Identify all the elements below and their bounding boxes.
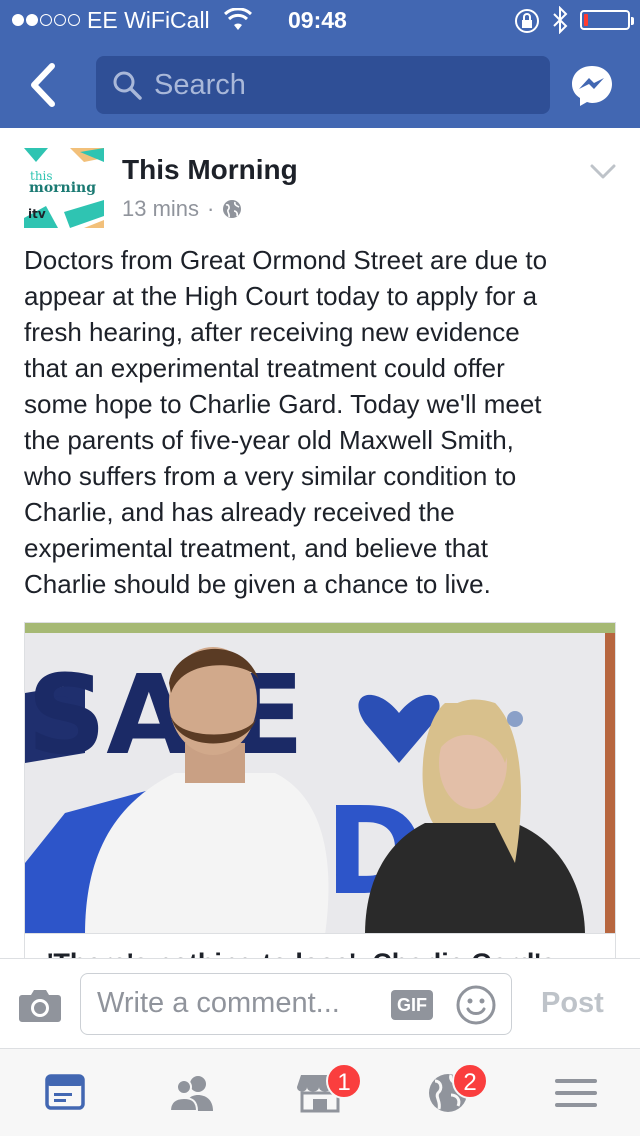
camera-icon[interactable] (18, 987, 62, 1023)
link-preview-title: 'There's nothing to lose': Charlie Gard'… (47, 948, 556, 958)
comment-placeholder: Write a comment... (97, 987, 340, 1019)
comment-bar: Write a comment... GIF Post (0, 958, 640, 1048)
post-timestamp[interactable]: 13 mins (122, 196, 199, 222)
post-link-image[interactable]: SA E D (24, 622, 616, 934)
post-meta: 13 mins · (122, 196, 242, 222)
wifi-icon (224, 8, 252, 30)
search-placeholder: Search (154, 69, 246, 101)
chevron-down-icon[interactable] (590, 164, 616, 180)
signal-strength-icon (12, 14, 80, 26)
status-bar: EE WiFiCall 09:48 (0, 0, 640, 40)
post-body-text: Doctors from Great Ormond Street are due… (24, 245, 548, 599)
rotation-lock-icon (515, 9, 539, 33)
search-icon (113, 71, 142, 100)
svg-text:itv: itv (28, 207, 46, 221)
carrier-name: EE WiFiCall (87, 7, 210, 33)
friends-icon[interactable] (167, 1071, 217, 1115)
news-feed-icon[interactable] (40, 1071, 90, 1115)
bottom-tab-bar: 1 2 (0, 1048, 640, 1136)
back-chevron-icon[interactable] (24, 62, 64, 108)
svg-text:morning: morning (29, 180, 96, 196)
battery-icon (580, 10, 634, 30)
svg-text:SA: SA (27, 651, 191, 779)
news-photo: SA E D (25, 623, 615, 933)
comment-input[interactable]: Write a comment... GIF (80, 973, 512, 1035)
page-avatar[interactable]: this morning itv (24, 148, 104, 228)
sticker-smiley-icon[interactable] (455, 984, 497, 1026)
news-feed-post: this morning itv This Morning 13 mins · … (0, 128, 640, 958)
page-name[interactable]: This Morning (122, 154, 298, 186)
this-morning-logo: this morning itv (24, 148, 104, 228)
post-comment-button[interactable]: Post (541, 987, 604, 1020)
top-header: EE WiFiCall 09:48 Search (0, 0, 640, 128)
marketplace-badge: 1 (326, 1063, 362, 1099)
meta-separator: · (207, 196, 215, 221)
status-time: 09:48 (288, 7, 347, 33)
search-field[interactable]: Search (96, 56, 550, 114)
link-preview-title-box[interactable]: 'There's nothing to lose': Charlie Gard'… (24, 934, 616, 958)
messenger-icon[interactable] (570, 64, 614, 108)
notifications-badge: 2 (452, 1063, 488, 1099)
gif-button[interactable]: GIF (391, 990, 433, 1020)
post-header: this morning itv This Morning 13 mins · (0, 128, 640, 238)
bluetooth-icon (553, 6, 568, 34)
globe-icon (223, 200, 242, 218)
menu-icon[interactable] (551, 1071, 601, 1115)
